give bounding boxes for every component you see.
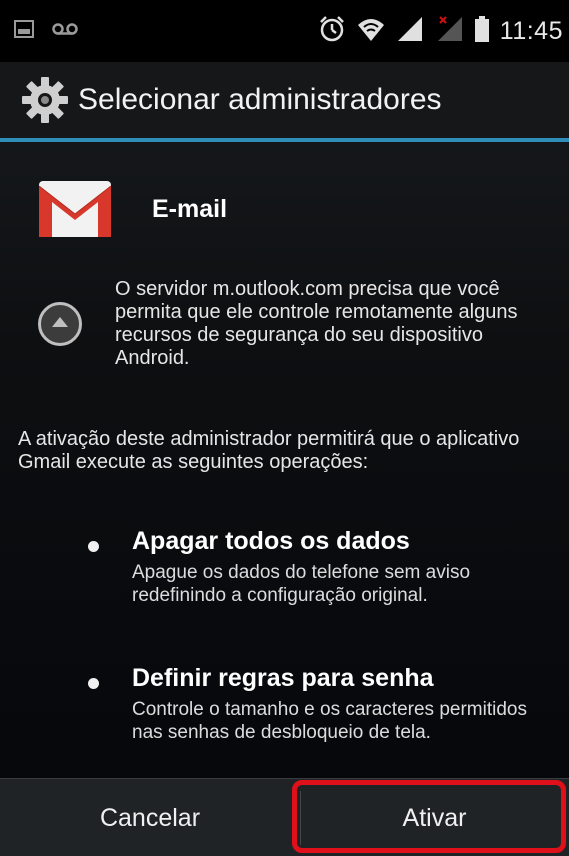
app-name: E-mail bbox=[152, 194, 228, 223]
gmail-icon bbox=[38, 180, 112, 238]
alarm-icon bbox=[318, 15, 346, 48]
policy-description: Controle o tamanho e os caracteres permi… bbox=[132, 699, 527, 743]
bullet-icon bbox=[88, 678, 99, 689]
battery-icon bbox=[474, 15, 490, 48]
activation-message: A ativação deste administrador permitirá… bbox=[18, 428, 520, 473]
gallery-icon bbox=[14, 19, 34, 43]
voicemail-icon bbox=[52, 22, 78, 41]
chevron-up-icon bbox=[51, 315, 69, 333]
expand-details-button[interactable] bbox=[38, 302, 82, 346]
policy-description: Apague os dados do telefone sem aviso re… bbox=[132, 562, 471, 606]
activate-button[interactable]: Ativar bbox=[300, 779, 569, 856]
action-bar: Selecionar administradores bbox=[0, 62, 569, 138]
server-message: O servidor m.outlook.com precisa que voc… bbox=[115, 278, 518, 369]
wifi-icon bbox=[356, 15, 386, 48]
page-title: Selecionar administradores bbox=[78, 83, 442, 116]
status-clock: 11:45 bbox=[499, 16, 563, 45]
bullet-icon bbox=[88, 541, 99, 552]
admin-content[interactable]: E-mail O servidor m.outlook.com precisa … bbox=[0, 142, 569, 778]
device-screen: 11:45 Selecionar administradores E-mail … bbox=[0, 0, 569, 856]
policy-title: Definir regras para senha bbox=[132, 664, 434, 692]
cancel-button[interactable]: Cancelar bbox=[0, 779, 300, 856]
gear-icon bbox=[20, 75, 70, 125]
signal-no-service-icon bbox=[434, 15, 464, 48]
signal-icon bbox=[396, 15, 424, 48]
button-bar: Cancelar Ativar bbox=[0, 778, 569, 856]
status-bar: 11:45 bbox=[0, 0, 569, 62]
policy-title: Apagar todos os dados bbox=[132, 527, 410, 555]
app-header: E-mail bbox=[38, 180, 227, 238]
